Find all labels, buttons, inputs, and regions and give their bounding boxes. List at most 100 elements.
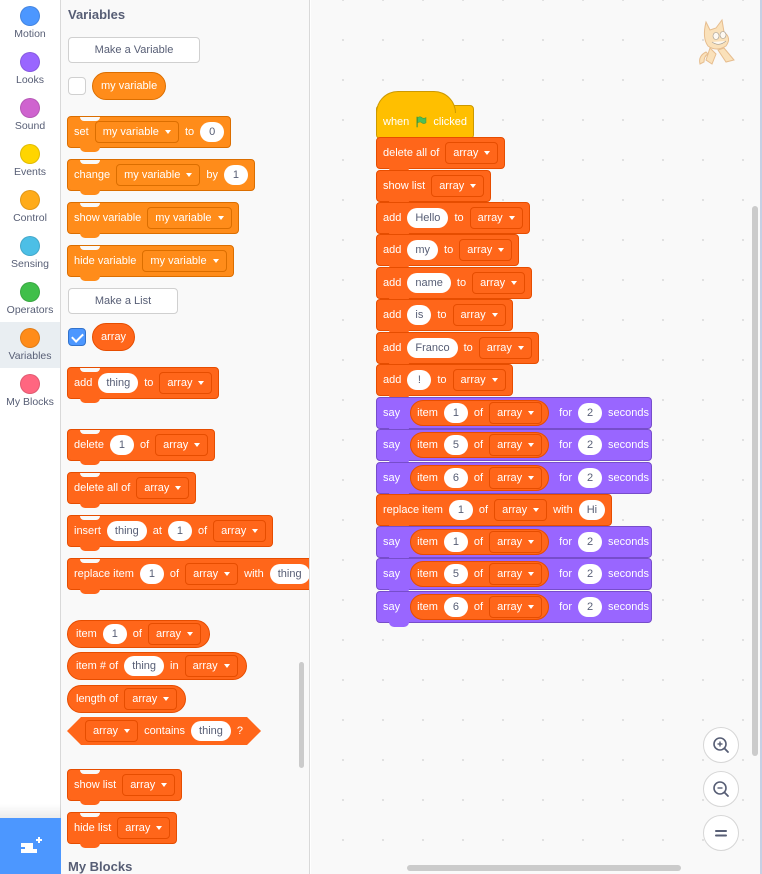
index-input[interactable]: 1 [167,521,192,541]
list-dropdown[interactable]: array [452,369,506,391]
variable-dropdown[interactable]: my variable [147,207,232,229]
category-operators[interactable]: Operators [0,278,60,324]
list-reporter-block[interactable]: array [92,323,136,351]
list-dropdown[interactable]: array [155,434,209,456]
index-input[interactable]: 5 [443,564,468,585]
list-dropdown[interactable]: array [184,655,238,677]
list-contains-block[interactable]: array contains thing ? [67,717,261,745]
show-list-block[interactable]: show list array [67,769,183,805]
category-control[interactable]: Control [0,186,60,232]
list-dropdown[interactable]: array [147,623,202,645]
list-dropdown[interactable]: array [489,563,543,586]
variable-dropdown[interactable]: my variable [142,250,227,272]
item-of-list-reporter[interactable]: item 5 of array [410,432,550,459]
value-input[interactable]: Hi [578,500,606,520]
list-dropdown[interactable]: array [489,466,543,489]
list-dropdown[interactable]: array [489,434,543,457]
list-dropdown[interactable]: array [489,595,543,618]
replace-item-block[interactable]: replace item 1 of array with thing [67,558,309,594]
value-input[interactable]: my [407,240,439,261]
reset-zoom-button[interactable] [703,815,739,851]
category-looks[interactable]: Looks [0,48,60,94]
list-dropdown[interactable]: array [469,207,523,229]
list-monitor-checkbox[interactable] [68,328,86,346]
add-extension-button[interactable] [0,818,61,874]
say-for-seconds-block[interactable]: say item 5 of array for 2 seconds [376,429,652,466]
list-dropdown[interactable]: array [124,688,178,710]
item-of-list-reporter[interactable]: item 6 of array [410,593,550,620]
show-variable-block[interactable]: show variable my variable [67,202,239,238]
seconds-input[interactable]: 2 [578,532,602,552]
say-for-seconds-block[interactable]: say item 1 of array for 2 seconds [376,397,652,433]
value-input[interactable]: Hello [407,208,449,228]
say-for-seconds-block[interactable]: say item 5 of array for 2 seconds [376,558,652,595]
add-to-list-block[interactable]: add name to array [376,266,533,303]
value-input[interactable]: thing [269,564,309,584]
variable-dropdown[interactable]: my variable [94,121,179,143]
value-input[interactable]: thing [124,656,165,676]
value-input[interactable]: thing [191,721,231,741]
say-for-seconds-block[interactable]: say item 6 of array for 2 seconds [376,590,652,627]
category-variables[interactable]: Variables [0,322,60,368]
list-dropdown[interactable]: array [445,142,499,164]
list-dropdown[interactable]: array [185,563,239,585]
index-input[interactable]: 1 [443,403,468,423]
say-for-seconds-block[interactable]: say item 6 of array for 2 seconds [376,461,652,498]
add-to-list-block[interactable]: add my to array [376,234,520,271]
value-input[interactable]: name [407,272,451,293]
value-input[interactable]: 1 [223,165,248,185]
item-of-list-reporter[interactable]: item 5 of array [410,561,550,588]
list-dropdown[interactable]: array [213,520,267,542]
replace-item-block[interactable]: replace item 1 of array with Hi [376,494,613,530]
list-dropdown[interactable]: array [472,271,526,294]
delete-all-of-list-block[interactable]: delete all of array [376,137,506,173]
delete-all-block[interactable]: delete all of array [67,472,197,508]
list-dropdown[interactable]: array [459,239,513,262]
seconds-input[interactable]: 2 [578,403,602,423]
seconds-input[interactable]: 2 [578,435,602,456]
list-dropdown[interactable]: array [494,499,548,521]
list-dropdown[interactable]: array [489,531,543,553]
value-input[interactable]: ! [407,370,432,390]
index-input[interactable]: 1 [102,624,127,644]
when-flag-clicked-block[interactable]: when clicked [376,91,474,143]
workspace-vertical-scrollbar[interactable] [752,206,758,756]
item-number-reporter[interactable]: item # of thing in array [67,652,247,680]
seconds-input[interactable]: 2 [578,467,602,488]
index-input[interactable]: 5 [443,435,468,456]
add-to-list-block[interactable]: add Franco to array [376,331,539,368]
item-of-list-reporter[interactable]: item 1 of array [410,529,550,555]
value-input[interactable]: thing [98,373,139,393]
variable-monitor-checkbox[interactable] [68,77,86,95]
item-of-list-reporter[interactable]: item 1 of array [67,620,211,648]
seconds-input[interactable]: 2 [578,596,602,617]
list-dropdown[interactable]: array [136,477,190,499]
palette-scrollbar[interactable] [299,662,304,768]
say-for-seconds-block[interactable]: say item 1 of array for 2 seconds [376,526,652,562]
show-list-block[interactable]: show list array [376,170,492,206]
value-input[interactable]: thing [106,521,147,541]
index-input[interactable]: 1 [448,500,473,520]
seconds-input[interactable]: 2 [578,564,602,585]
index-input[interactable]: 1 [109,435,134,455]
add-to-list-block[interactable]: add thing to array [67,367,220,403]
item-of-list-reporter[interactable]: item 6 of array [410,464,550,491]
category-motion[interactable]: Motion [0,2,60,48]
list-dropdown[interactable]: array [122,774,176,796]
category-my-blocks[interactable]: My Blocks [0,370,60,416]
code-workspace[interactable]: when clicked delete all of array show li… [311,0,762,874]
list-dropdown[interactable]: array [431,175,485,197]
make-list-button[interactable]: Make a List [68,288,178,314]
index-input[interactable]: 6 [443,596,468,617]
add-to-list-block[interactable]: add! to array [376,364,513,400]
add-to-list-block[interactable]: add Hello to array [376,202,530,238]
set-variable-block[interactable]: set my variable to 0 [67,116,232,152]
delete-item-block[interactable]: delete 1 of array [67,429,216,465]
workspace-horizontal-scrollbar[interactable] [407,865,681,871]
insert-item-block[interactable]: insert thing at 1 of array [67,515,274,551]
list-dropdown[interactable]: array [117,817,171,839]
length-of-list-reporter[interactable]: length of array [67,685,187,713]
value-input[interactable]: is [407,305,432,326]
value-input[interactable]: 0 [200,122,225,142]
variable-dropdown[interactable]: my variable [116,164,201,186]
